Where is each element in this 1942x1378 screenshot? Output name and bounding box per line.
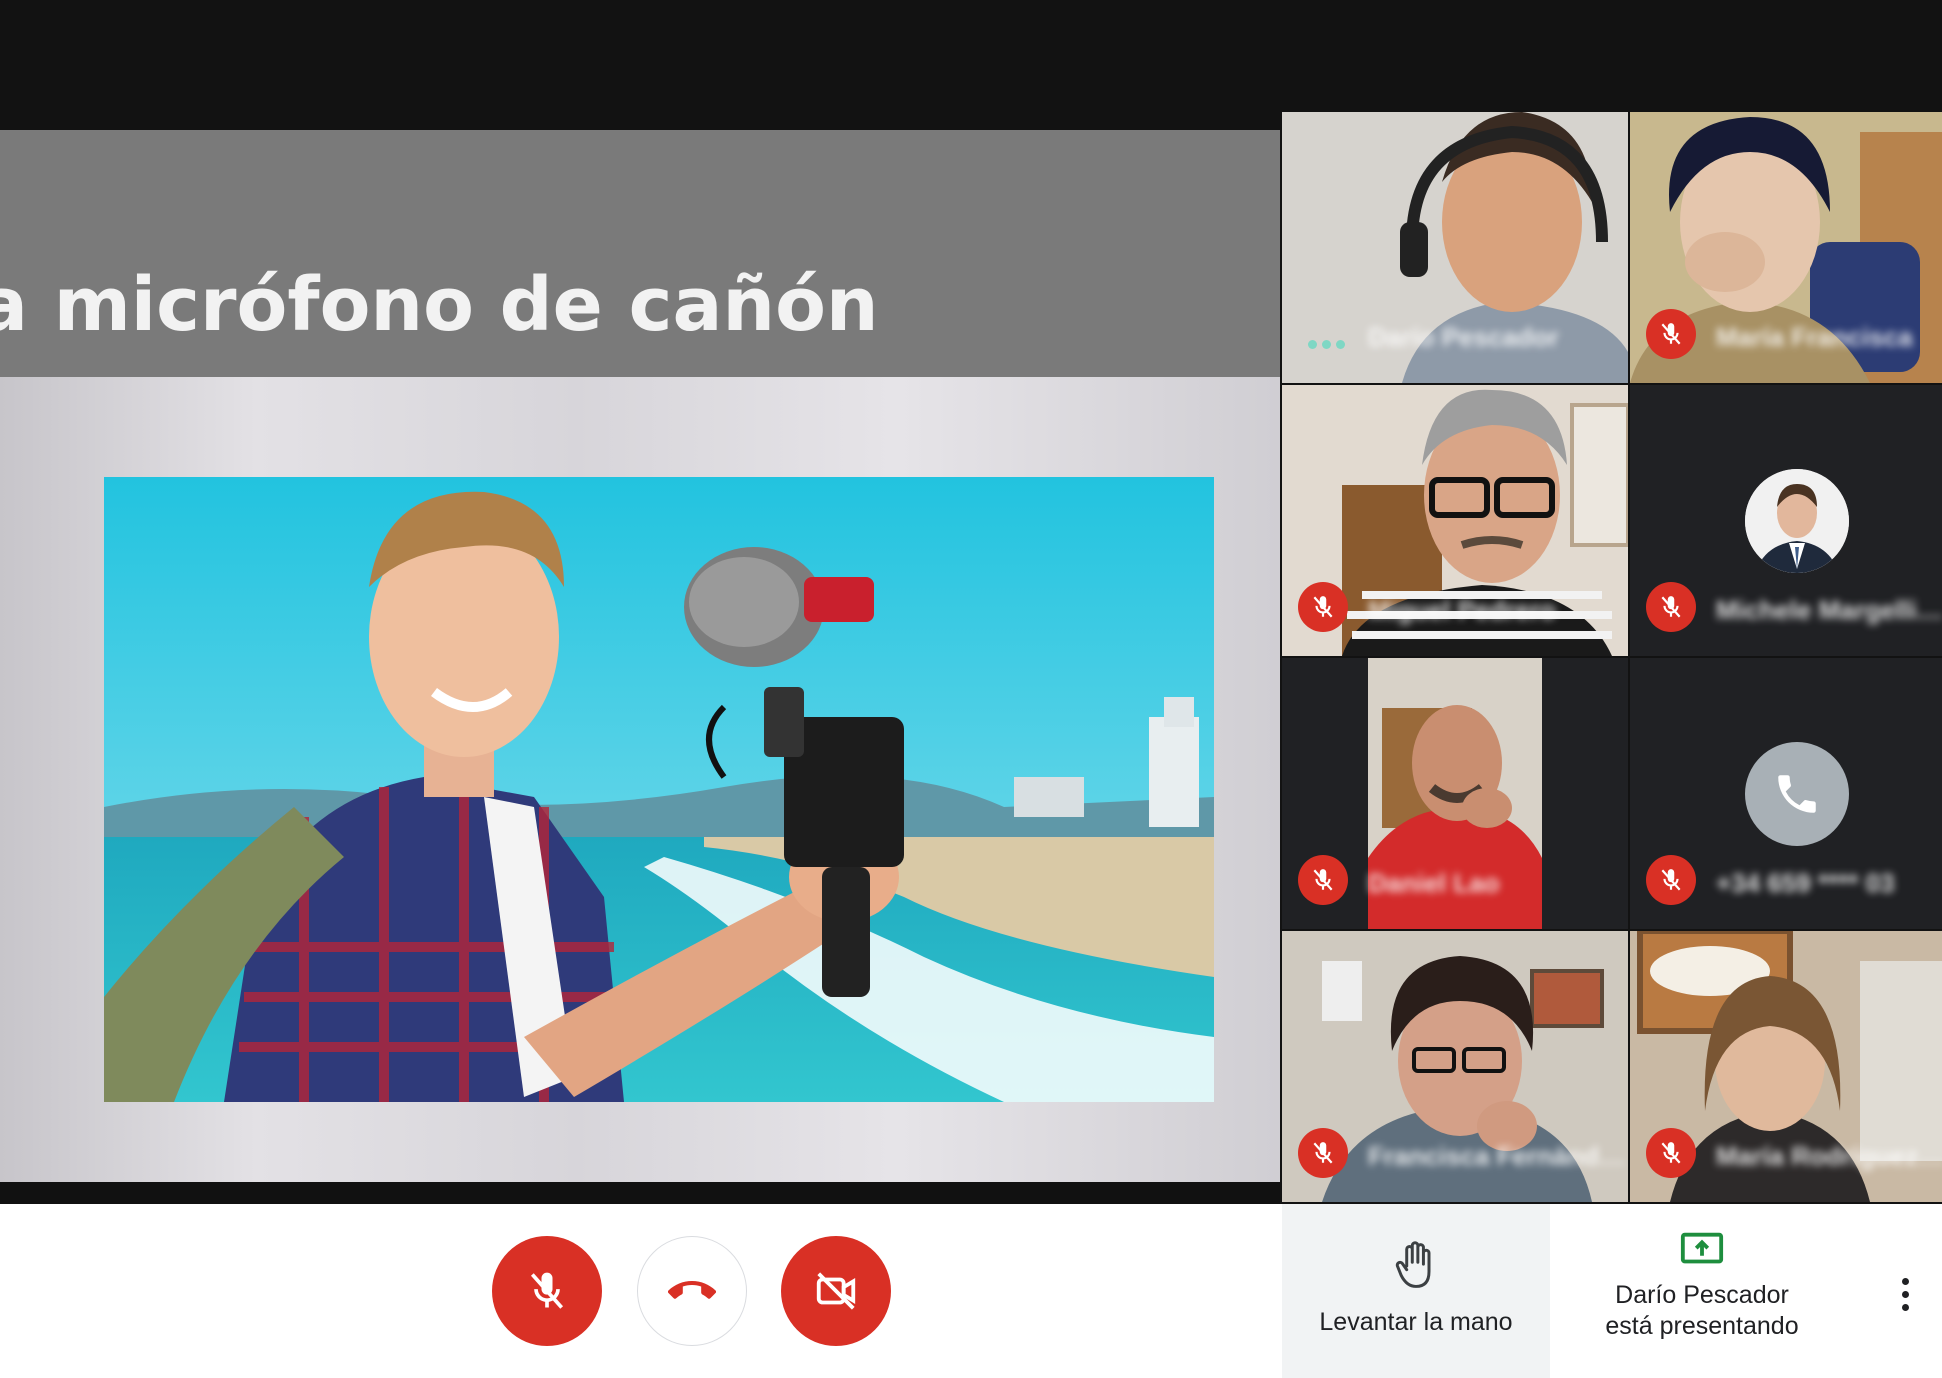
mic-off-icon xyxy=(1646,309,1696,359)
participant-tile[interactable]: Miguel Pedrero xyxy=(1282,385,1628,656)
participant-tile[interactable]: María Francisca xyxy=(1630,112,1942,383)
presenting-status: está presentando xyxy=(1605,1312,1799,1340)
phone-icon xyxy=(1745,742,1849,846)
participant-tile[interactable]: Michele Margelli… xyxy=(1630,385,1942,656)
slide-header: a micrófono de cañón xyxy=(0,130,1280,377)
participant-name: +34 659 **** 03 xyxy=(1716,868,1895,898)
mic-off-icon xyxy=(1298,582,1348,632)
participant-tile[interactable]: +34 659 **** 03 xyxy=(1630,658,1942,929)
participant-name: Francisca Fernánd… xyxy=(1368,1141,1626,1171)
participant-name: María Francisca xyxy=(1716,322,1913,352)
mic-off-icon xyxy=(1298,1128,1348,1178)
presenter-name: Darío Pescador xyxy=(1615,1281,1789,1309)
meet-window: a micrófono de cañón Darío Pescador Marí… xyxy=(0,0,1942,1378)
presenting-indicator[interactable]: Darío Pescador está presentando xyxy=(1552,1204,1852,1378)
avatar xyxy=(1745,469,1849,573)
videocam-off-icon xyxy=(816,1272,856,1310)
mic-toggle-button[interactable] xyxy=(492,1236,602,1346)
presentation-bottom-strip xyxy=(0,1182,1280,1204)
mic-off-icon xyxy=(1646,1128,1696,1178)
mic-off-icon xyxy=(1298,855,1348,905)
participant-tile[interactable]: Daniel Lao xyxy=(1282,658,1628,929)
participant-name: María Rodríguez… xyxy=(1716,1141,1942,1171)
leave-call-button[interactable] xyxy=(637,1236,747,1346)
more-vert-icon xyxy=(1901,1277,1909,1285)
mic-off-icon xyxy=(530,1272,564,1309)
presenting-label: Darío Pescador está presentando xyxy=(1605,1280,1798,1342)
raise-hand-label: Levantar la mano xyxy=(1319,1308,1513,1336)
participant-tile[interactable]: María Rodríguez… xyxy=(1630,931,1942,1202)
camera-toggle-button[interactable] xyxy=(781,1236,891,1346)
participant-tile[interactable]: Darío Pescador xyxy=(1282,112,1628,383)
more-options-button[interactable] xyxy=(1890,1269,1920,1319)
hand-icon xyxy=(1395,1241,1431,1288)
mic-off-icon xyxy=(1646,855,1696,905)
phone-hangup-icon xyxy=(668,1281,716,1299)
speaking-indicator-icon xyxy=(1308,340,1345,349)
participant-name: Darío Pescador xyxy=(1368,322,1559,352)
participant-tile[interactable]: Francisca Fernánd… xyxy=(1282,931,1628,1202)
raise-hand-button[interactable]: Levantar la mano xyxy=(1282,1204,1550,1378)
slide-photo xyxy=(104,477,1214,1102)
present-screen-icon xyxy=(1680,1232,1724,1264)
presentation-view: a micrófono de cañón xyxy=(0,130,1280,1182)
mic-off-icon xyxy=(1646,582,1696,632)
slide-title: a micrófono de cañón xyxy=(0,262,879,348)
participant-name: Daniel Lao xyxy=(1368,868,1500,898)
participant-name: Miguel Pedrero xyxy=(1368,595,1556,625)
bottom-control-bar: Levantar la mano Darío Pescador está pre… xyxy=(0,1204,1942,1378)
participant-name: Michele Margelli… xyxy=(1716,595,1942,625)
